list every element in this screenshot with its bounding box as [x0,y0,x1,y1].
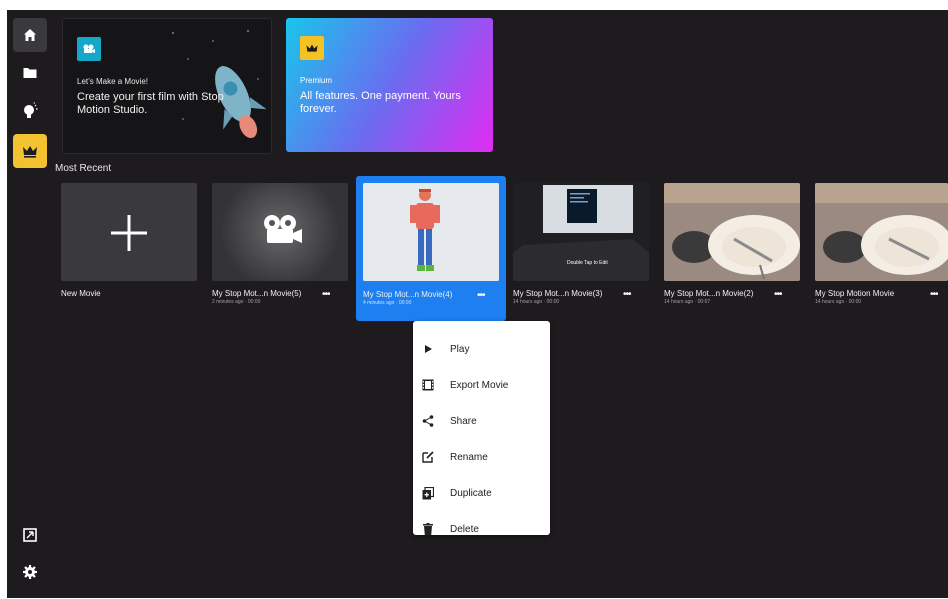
cast-button[interactable] [13,518,47,552]
home-icon [24,29,36,41]
card-thumbnail [61,183,197,281]
menu-item-label: Rename [450,451,488,463]
lightbulb-icon [24,102,38,118]
more-options-button[interactable]: ••• [477,290,485,301]
movie-card[interactable]: My Stop Mot...n Movie(5) 2 minutes ago ·… [206,176,348,318]
promo-kicker: Premium [300,76,333,85]
card-meta: 14 hours ago · 00:00 [513,299,560,305]
promo-headline: Create your first film with Stop Motion … [77,91,224,116]
more-options-button[interactable]: ••• [774,289,782,300]
home-button[interactable] [13,18,47,52]
share-icon [421,414,435,428]
card-thumbnail [664,183,800,281]
menu-item-label: Export Movie [450,379,509,391]
menu-item-label: Play [450,343,470,355]
play-icon [421,342,435,356]
trash-icon [421,522,435,536]
laptop-screen-image [513,183,649,281]
new-movie-card[interactable]: New Movie [55,176,197,318]
movie-card[interactable]: My Stop Mot...n Movie(2) 14 hours ago · … [658,176,800,318]
promo-kicker: Let’s Make a Movie! [77,77,148,86]
promo-badge [300,36,324,60]
menu-item-label: Delete [450,523,479,535]
film-camera-icon [83,44,95,53]
card-title: My Stop Mot...n Movie(2) [664,289,754,298]
tips-button[interactable] [13,94,47,128]
card-title: My Stop Mot...n Movie(4) [363,290,453,299]
menu-item-share[interactable]: Share [413,403,550,439]
plate-on-table-image [815,183,948,281]
clay-figure-image [363,183,499,281]
card-title: New Movie [61,289,101,298]
menu-item-label: Share [450,415,477,427]
plus-icon [111,215,147,251]
card-thumbnail: Double Tap to Edit [513,183,649,281]
card-thumbnail [815,183,948,281]
menu-item-export-movie[interactable]: Export Movie [413,367,550,403]
menu-item-duplicate[interactable]: Duplicate [413,475,550,511]
card-meta: 4 minutes ago · 00:00 [363,300,412,306]
plate-on-table-image [664,183,800,281]
cast-icon [23,528,37,542]
menu-item-delete[interactable]: Delete [413,511,550,547]
sidebar [7,10,53,598]
promo-card-premium[interactable]: Premium All features. One payment. Yours… [286,18,493,152]
movie-card-selected[interactable]: My Stop Mot...n Movie(4) 4 minutes ago ·… [356,176,506,321]
card-thumbnail [212,183,348,281]
promo-badge [77,37,101,61]
crown-icon [23,146,37,158]
card-title: My Stop Mot...n Movie(5) [212,289,302,298]
more-options-button[interactable]: ••• [623,289,631,300]
card-title: My Stop Motion Movie [815,289,895,298]
promo-card-make-movie[interactable]: Let’s Make a Movie! Create your first fi… [62,18,272,154]
promo-headline: All features. One payment. Yours forever… [300,90,461,115]
movie-card[interactable]: Double Tap to Edit My Stop Mot...n Movie… [507,176,649,318]
more-options-button[interactable]: ••• [930,289,938,300]
context-menu: Play Export Movie Share Rename Duplicate… [413,321,550,535]
more-options-button[interactable]: ••• [322,289,330,300]
menu-item-rename[interactable]: Rename [413,439,550,475]
crown-icon [306,44,318,52]
settings-button[interactable] [13,555,47,589]
card-meta: 2 minutes ago · 00:00 [212,299,261,305]
premium-button[interactable] [13,134,47,168]
film-camera-icon [264,215,302,243]
edit-icon [421,450,435,464]
card-meta: 14 hours ago · 00:07 [664,299,711,305]
duplicate-icon [421,486,435,500]
card-thumbnail [363,183,499,281]
folder-icon [23,68,37,78]
menu-item-label: Duplicate [450,487,492,499]
movie-card[interactable]: My Stop Motion Movie 14 hours ago · 00:0… [809,176,948,318]
card-title: My Stop Mot...n Movie(3) [513,289,603,298]
gear-icon [23,565,37,579]
menu-item-play[interactable]: Play [413,331,550,367]
app-window: Let’s Make a Movie! Create your first fi… [7,10,948,598]
folder-button[interactable] [13,56,47,90]
card-overlay-text: Double Tap to Edit [567,260,608,266]
film-icon [421,378,435,392]
card-meta: 14 hours ago · 00:00 [815,299,862,305]
section-title: Most Recent [55,163,112,174]
